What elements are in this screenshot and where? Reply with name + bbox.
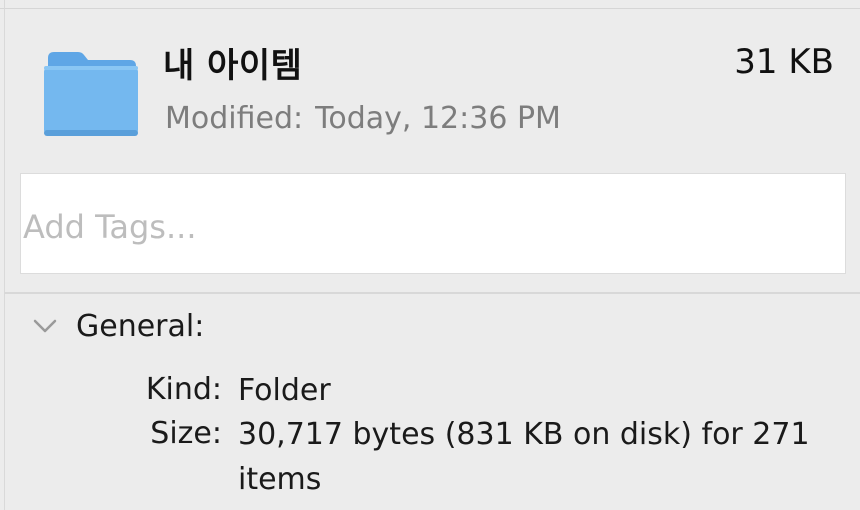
modified-value: Today, 12:36 PM xyxy=(315,101,561,136)
file-name: 내 아이템 xyxy=(163,46,303,86)
modified-line: Modified: Today, 12:36 PM xyxy=(165,101,561,136)
tags-input[interactable] xyxy=(21,174,845,273)
info-row-size: Size: 30,717 bytes (831 KB on disk) for … xyxy=(0,416,860,497)
modified-label: Modified: xyxy=(165,101,304,136)
folder-icon xyxy=(42,50,140,140)
chevron-down-icon xyxy=(33,319,57,333)
info-header: 내 아이템 31 KB Modified: Today, 12:36 PM xyxy=(0,0,860,160)
info-row-kind: Kind: Folder xyxy=(0,372,860,416)
general-section-toggle[interactable]: General: xyxy=(30,306,204,346)
tags-field-container xyxy=(20,173,846,274)
general-section-label: General: xyxy=(76,308,205,344)
info-value: Folder xyxy=(238,373,331,408)
section-divider xyxy=(4,292,860,294)
info-key: Kind: xyxy=(145,372,222,407)
info-key: Size: xyxy=(150,416,222,451)
general-info: Kind: Folder Size: 30,717 bytes (831 KB … xyxy=(0,372,860,497)
info-value: 30,717 bytes (831 KB on disk) for 271 it… xyxy=(238,417,810,497)
file-size: 31 KB xyxy=(734,42,834,82)
